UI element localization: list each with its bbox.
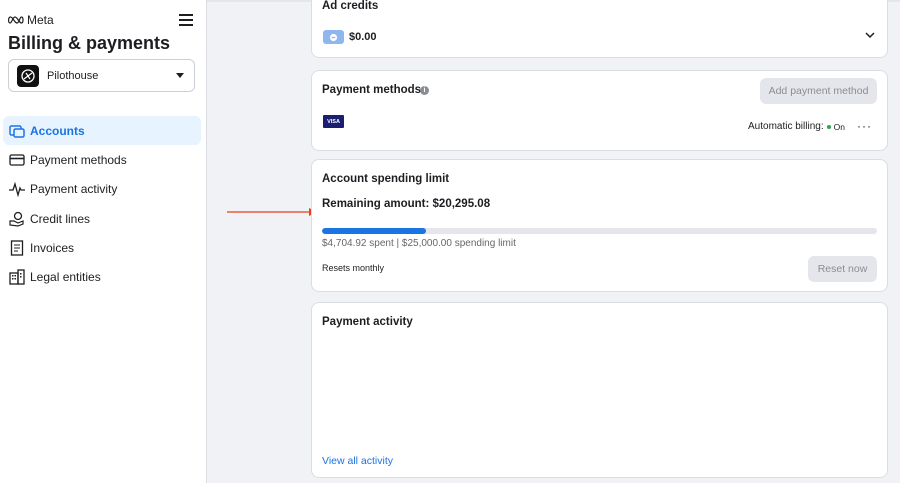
activity-icon bbox=[8, 181, 25, 198]
payment-activity-title: Payment activity bbox=[322, 316, 413, 328]
ad-credits-card: Ad credits $0.00 bbox=[311, 0, 888, 58]
card-icon bbox=[8, 151, 25, 168]
sidebar-item-label: Payment methods bbox=[30, 152, 127, 167]
remaining-amount: Remaining amount: $20,295.08 bbox=[322, 198, 491, 210]
reset-now-button[interactable]: Reset now bbox=[808, 256, 877, 282]
sidebar-item-payment-activity[interactable]: Payment activity bbox=[0, 175, 207, 204]
more-options-icon[interactable]: ··· bbox=[857, 119, 872, 133]
status-dot-icon bbox=[826, 124, 831, 129]
automatic-billing-status: Automatic billing: On bbox=[748, 121, 845, 132]
spending-progress-bar bbox=[322, 228, 877, 234]
spending-limit-card: Account spending limit Remaining amount:… bbox=[311, 159, 888, 292]
accounts-icon bbox=[8, 122, 25, 139]
payment-activity-card: Payment activity View all activity bbox=[311, 302, 888, 478]
payment-methods-card: Payment methods i Add payment method VIS… bbox=[311, 70, 888, 151]
view-all-activity-link[interactable]: View all activity bbox=[322, 455, 393, 467]
info-icon[interactable]: i bbox=[420, 86, 429, 95]
spent-summary: $4,704.92 spent | $25,000.00 spending li… bbox=[322, 238, 516, 249]
account-selector[interactable]: Pilothouse bbox=[8, 59, 195, 92]
account-name: Pilothouse bbox=[47, 69, 99, 82]
ad-credits-amount: $0.00 bbox=[349, 31, 377, 43]
sidebar-item-label: Credit lines bbox=[30, 211, 91, 226]
invoice-icon bbox=[8, 239, 25, 256]
hamburger-menu-icon[interactable] bbox=[179, 14, 193, 26]
sidebar-nav: Accounts Payment methods Payment activit… bbox=[0, 116, 207, 292]
credit-lines-icon bbox=[8, 210, 25, 227]
credit-badge-icon bbox=[323, 30, 344, 44]
reset-frequency: Resets monthly bbox=[322, 263, 385, 273]
account-avatar bbox=[17, 64, 39, 87]
sidebar-item-invoices[interactable]: Invoices bbox=[0, 233, 207, 262]
ad-credits-title: Ad credits bbox=[322, 0, 379, 12]
visa-card-icon: VISA bbox=[323, 115, 344, 128]
sidebar-item-credit-lines[interactable]: Credit lines bbox=[0, 204, 207, 233]
annotation-arrow-icon bbox=[227, 208, 317, 216]
add-payment-method-button[interactable]: Add payment method bbox=[760, 78, 877, 104]
automatic-billing-value: On bbox=[833, 121, 845, 132]
sidebar-item-label: Accounts bbox=[30, 123, 85, 138]
caret-down-icon bbox=[176, 73, 184, 78]
brand-name: Meta bbox=[27, 13, 54, 27]
chevron-down-icon[interactable] bbox=[865, 31, 875, 39]
meta-logo[interactable]: Meta bbox=[8, 13, 54, 27]
payment-methods-title: Payment methods bbox=[322, 84, 422, 96]
sidebar-item-label: Invoices bbox=[30, 240, 75, 255]
spending-limit-title: Account spending limit bbox=[322, 173, 450, 185]
building-icon bbox=[8, 269, 25, 286]
sidebar: Meta Billing & payments Pilothouse Accou… bbox=[0, 0, 207, 483]
sidebar-item-label: Legal entities bbox=[30, 270, 101, 285]
meta-infinity-icon bbox=[8, 16, 24, 24]
page-title: Billing & payments bbox=[8, 33, 171, 53]
sidebar-item-payment-methods[interactable]: Payment methods bbox=[0, 145, 207, 174]
sidebar-item-accounts[interactable]: Accounts bbox=[3, 116, 201, 146]
sidebar-item-label: Payment activity bbox=[30, 182, 118, 197]
pilothouse-logo-icon bbox=[21, 68, 35, 83]
sidebar-item-legal-entities[interactable]: Legal entities bbox=[0, 262, 207, 291]
spending-progress-fill bbox=[322, 228, 427, 234]
automatic-billing-label: Automatic billing: bbox=[748, 121, 824, 132]
